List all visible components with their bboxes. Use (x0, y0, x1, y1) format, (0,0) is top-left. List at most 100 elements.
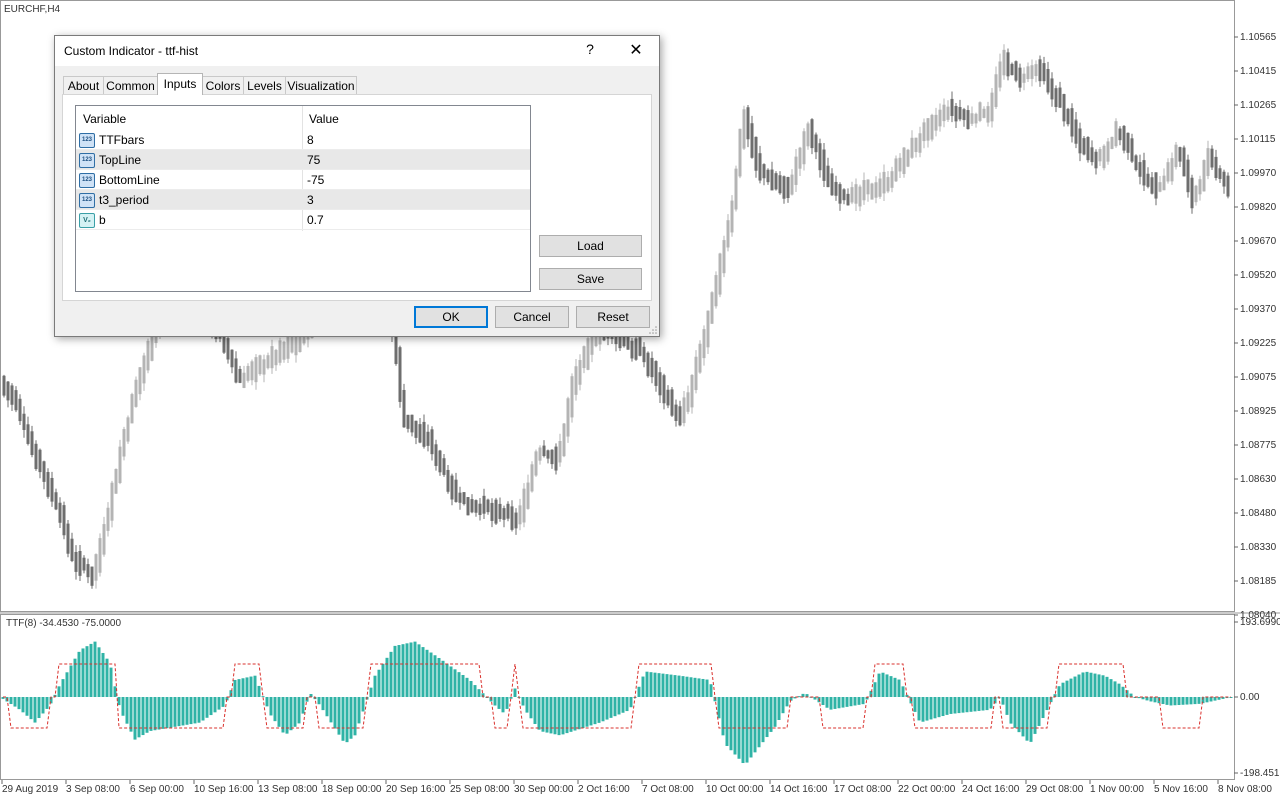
histogram-bar (937, 697, 941, 718)
histogram-bar (249, 676, 253, 697)
close-icon[interactable]: ✕ (625, 40, 647, 60)
candle-body (1166, 162, 1170, 182)
histogram-bar (1173, 697, 1177, 706)
dialog-title: Custom Indicator - ttf-hist (64, 44, 199, 58)
candle-body (710, 292, 714, 324)
input-value[interactable]: 75 (307, 153, 320, 167)
tab-levels[interactable]: Levels (243, 76, 286, 95)
tab-visualization[interactable]: Visualization (285, 76, 357, 95)
histogram-bar (761, 697, 765, 743)
histogram-bar (441, 660, 445, 697)
price-tick-label: 1.08330 (1240, 542, 1277, 553)
input-value[interactable]: 0.7 (307, 213, 324, 227)
histogram-bar (637, 686, 641, 697)
histogram-bar (821, 697, 825, 706)
candle-body (458, 492, 462, 503)
column-header-variable[interactable]: Variable (83, 106, 126, 130)
histogram-bar (725, 697, 729, 746)
histogram-bar (421, 647, 425, 697)
input-row-ttfbars[interactable]: 123 TTFbars 8 (76, 130, 530, 150)
candle-body (1170, 158, 1174, 182)
candle-body (1094, 151, 1098, 169)
histogram-bar (1093, 673, 1097, 697)
candle-body (98, 538, 102, 573)
candle-body (270, 346, 274, 369)
input-row-bottomline[interactable]: 123 BottomLine -75 (76, 170, 530, 190)
candle-body (974, 113, 978, 124)
candle-body (642, 346, 646, 363)
histogram-bar (665, 674, 669, 697)
histogram-bar (221, 697, 225, 707)
histogram-bar (701, 678, 705, 697)
histogram-bar (389, 651, 393, 697)
candle-body (1146, 173, 1150, 187)
input-row-topline[interactable]: 123 TopLine 75 (76, 150, 530, 170)
histogram-bar (1069, 678, 1073, 697)
histogram-bar (1185, 697, 1189, 705)
candle-body (230, 349, 234, 368)
time-tick-label: 3 Sep 08:00 (66, 784, 120, 795)
histogram-bar (233, 679, 237, 697)
histogram-bar (749, 697, 753, 758)
reset-button[interactable]: Reset (576, 306, 650, 328)
candle-body (774, 173, 778, 190)
time-tick-label: 22 Oct 00:00 (898, 784, 956, 795)
histogram-bar (765, 697, 769, 738)
input-value[interactable]: 3 (307, 193, 314, 207)
tab-common[interactable]: Common (103, 76, 158, 95)
histogram-bar (1113, 681, 1117, 697)
column-header-value[interactable]: Value (309, 106, 339, 130)
candle-body (514, 512, 518, 529)
time-tick-label: 20 Sep 16:00 (386, 784, 446, 795)
time-tick-label: 18 Sep 00:00 (322, 784, 382, 795)
histogram-bar (861, 697, 865, 705)
resize-grip-icon[interactable] (649, 326, 657, 334)
candle-body (830, 173, 834, 196)
input-row-t3-period[interactable]: 123 t3_period 3 (76, 190, 530, 210)
indicator-tick-label: 193.6990 (1240, 617, 1280, 628)
candle-body (634, 338, 638, 360)
inputs-grid[interactable]: Variable Value 123 TTFbars 8 123 TopLine… (75, 105, 531, 292)
help-icon[interactable]: ? (583, 41, 597, 59)
load-button[interactable]: Load (539, 235, 642, 257)
candle-body (1054, 88, 1058, 108)
candle-body (1078, 128, 1082, 154)
histogram-bar (601, 697, 605, 722)
tab-colors[interactable]: Colors (202, 76, 244, 95)
save-button[interactable]: Save (539, 268, 642, 290)
candle-body (878, 178, 882, 197)
histogram-bar (773, 697, 777, 727)
histogram-bar (1001, 697, 1005, 705)
candle-body (434, 444, 438, 466)
histogram-bar (605, 697, 609, 720)
histogram-bar (1181, 697, 1185, 705)
candle-body (82, 557, 86, 571)
histogram-bar (657, 673, 661, 697)
candle-body (806, 123, 810, 147)
histogram-bar (1169, 697, 1173, 706)
candle-body (1066, 108, 1070, 125)
cancel-button[interactable]: Cancel (495, 306, 569, 328)
candle-body (138, 367, 142, 395)
dialog-titlebar[interactable]: Custom Indicator - ttf-hist ? ✕ (55, 36, 659, 66)
candle-body (70, 538, 74, 562)
input-name: b (99, 213, 106, 227)
tab-inputs[interactable]: Inputs (157, 73, 203, 95)
input-row-b[interactable]: V₂ b 0.7 (76, 210, 530, 230)
candle-body (1162, 175, 1166, 191)
input-value[interactable]: 8 (307, 133, 314, 147)
candle-body (1046, 69, 1050, 93)
candle-body (1070, 108, 1074, 137)
candle-body (738, 128, 742, 177)
histogram-bar (569, 697, 573, 732)
candle-body (226, 338, 230, 360)
candle-body (550, 449, 554, 465)
candle-body (990, 92, 994, 122)
ok-button[interactable]: OK (414, 306, 488, 328)
input-value[interactable]: -75 (307, 173, 324, 187)
candle-body (1198, 179, 1202, 195)
tab-about[interactable]: About (63, 76, 104, 95)
candle-body (646, 352, 650, 377)
histogram-bar (953, 697, 957, 714)
histogram-bar (57, 686, 61, 697)
